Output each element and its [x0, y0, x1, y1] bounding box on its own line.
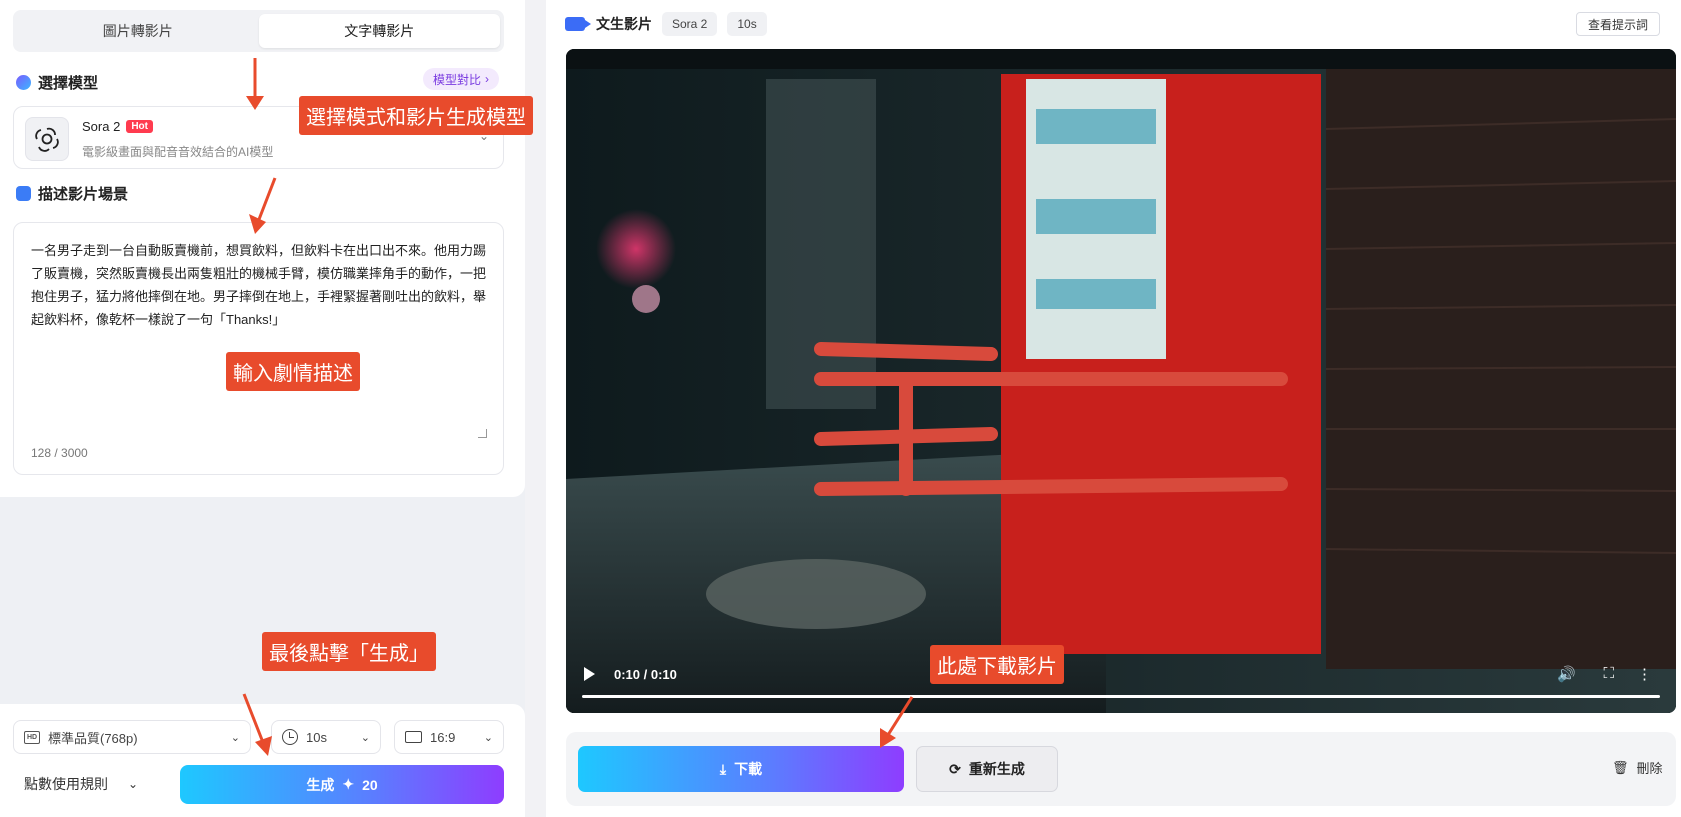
video-controls: 0:10 / 0:10 🔊 ⛶ ⋮ [566, 655, 1676, 713]
openai-logo-icon [25, 117, 69, 161]
video-time: 0:10 / 0:10 [614, 667, 677, 682]
annotation-select-model: 選擇模式和影片生成模型 [299, 96, 533, 135]
video-player[interactable]: 0:10 / 0:10 🔊 ⛶ ⋮ [566, 49, 1676, 713]
model-name-text: Sora 2 [82, 119, 121, 134]
fullscreen-icon[interactable]: ⛶ [1603, 665, 1614, 682]
regenerate-label: 重新生成 [968, 761, 1025, 777]
model-chip: Sora 2 [662, 12, 718, 36]
duration-value: 10s [306, 729, 327, 745]
generate-label: 生成 [306, 776, 335, 793]
brain-icon [16, 75, 31, 90]
sparkle-icon: ✦ [342, 776, 355, 792]
volume-icon[interactable]: 🔊 [1557, 665, 1576, 683]
model-name: Sora 2 Hot [82, 119, 153, 134]
chevron-down-icon: ⌄ [360, 731, 370, 744]
delete-button[interactable]: 🗑 刪除 [1612, 758, 1663, 777]
generate-button[interactable]: 生成 ✦ 20 [180, 765, 504, 804]
duration-chip: 10s [727, 12, 767, 36]
play-icon[interactable] [584, 667, 595, 681]
result-title: 文生影片 [565, 14, 652, 34]
chevron-right-icon: › [485, 72, 490, 86]
result-title-text: 文生影片 [596, 16, 652, 32]
model-compare-button[interactable]: 模型對比 › [423, 68, 500, 90]
hd-icon: HD [24, 730, 40, 744]
chevron-down-icon: ⌄ [483, 731, 493, 744]
model-description: 電影級畫面與配音音效結合的AI模型 [82, 145, 274, 159]
video-frame [566, 49, 1676, 713]
prompt-text[interactable]: 一名男子走到一台自動販賣機前，想買飲料，但飲料卡在出口出不來。他用力踢了販賣機，… [31, 239, 491, 331]
quality-select[interactable]: HD 標準品質(768p) ⌄ [13, 720, 251, 754]
points-rules-label: 點數使用規則 [24, 776, 108, 792]
regenerate-button[interactable]: ⟳ 重新生成 [916, 746, 1058, 792]
tab-image-to-video[interactable]: 圖片轉影片 [17, 14, 259, 48]
settings-card: 圖片轉影片 文字轉影片 選擇模型 模型對比 › Sora 2 Hot 電影級畫面… [0, 0, 525, 497]
download-label: 下載 [734, 761, 763, 777]
annotation-input-story: 輸入劇情描述 [226, 352, 360, 391]
model-section-title: 選擇模型 [16, 72, 98, 93]
model-compare-label: 模型對比 [433, 72, 482, 87]
video-progress-bar[interactable] [582, 695, 1660, 698]
delete-label: 刪除 [1636, 761, 1663, 776]
refresh-icon: ⟳ [949, 760, 961, 777]
prompt-section-label: 描述影片場景 [38, 186, 129, 203]
prompt-textarea[interactable]: 一名男子走到一台自動販賣機前，想買飲料，但飲料卡在出口出不來。他用力踢了販賣機，… [13, 222, 504, 475]
clock-icon [282, 729, 298, 745]
annotation-download-here: 此處下載影片 [930, 645, 1064, 684]
ratio-select[interactable]: 16:9 ⌄ [394, 720, 504, 754]
annotation-click-generate: 最後點擊「生成」 [262, 632, 436, 671]
chevron-down-icon: ⌄ [128, 777, 139, 791]
generate-cost: 20 [362, 776, 378, 793]
duration-select[interactable]: 10s ⌄ [271, 720, 381, 754]
ratio-value: 16:9 [430, 729, 456, 745]
quality-value: 標準品質(768p) [48, 730, 138, 746]
aspect-ratio-icon [405, 731, 422, 743]
tab-text-to-video[interactable]: 文字轉影片 [258, 14, 500, 48]
char-count: 128 / 3000 [31, 446, 88, 460]
resize-handle[interactable] [478, 429, 487, 438]
result-header: 文生影片 Sora 2 10s [565, 12, 767, 36]
prompt-section-title: 描述影片場景 [16, 183, 128, 204]
app-root: 圖片轉影片 文字轉影片 選擇模型 模型對比 › Sora 2 Hot 電影級畫面… [0, 0, 1681, 817]
mode-tabs: 圖片轉影片 文字轉影片 [13, 10, 504, 52]
chevron-down-icon: ⌄ [230, 731, 240, 744]
video-camera-icon [565, 17, 591, 31]
edit-doc-icon [16, 186, 31, 201]
hot-badge: Hot [126, 120, 153, 133]
view-prompt-button[interactable]: 查看提示詞 [1576, 12, 1661, 36]
model-section-label: 選擇模型 [38, 75, 99, 92]
more-options-icon[interactable]: ⋮ [1637, 665, 1652, 683]
download-button[interactable]: ⤓ 下載 [578, 746, 904, 792]
trash-icon: 🗑 [1612, 759, 1629, 775]
points-rules-select[interactable]: 點數使用規則 ⌄ [24, 774, 138, 794]
download-icon: ⤓ [719, 760, 727, 777]
